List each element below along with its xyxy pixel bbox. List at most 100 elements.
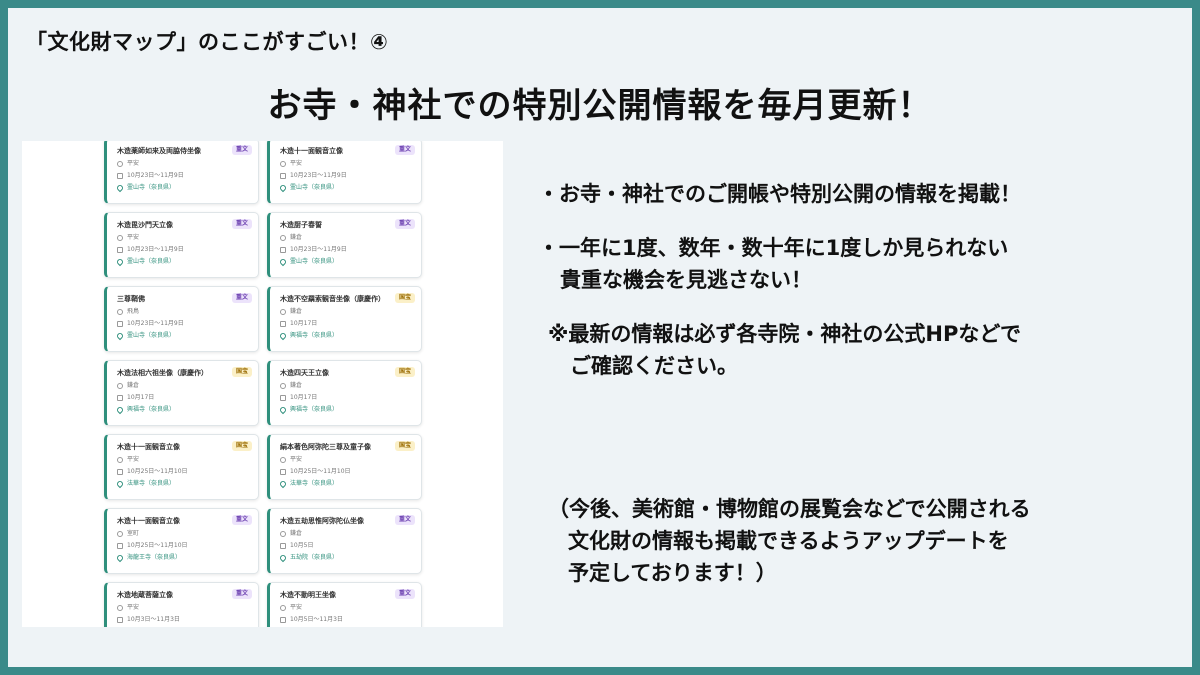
clock-icon — [117, 160, 123, 167]
place-row: 霊山寺（奈良県） — [115, 331, 250, 340]
calendar-icon — [117, 468, 123, 475]
heritage-card[interactable]: 木造不空羂索観音坐像（康慶作） 国宝 鎌倉 10月17日 興福寺（奈良県） — [267, 286, 422, 352]
location-pin-icon — [278, 553, 288, 562]
place-text: 霊山寺（奈良県） — [127, 258, 176, 265]
clock-icon — [280, 160, 286, 167]
location-pin-icon — [115, 405, 125, 414]
calendar-icon — [117, 542, 123, 549]
place-text: 霊山寺（奈良県） — [290, 258, 339, 265]
date-row: 10月25日～11月10日 — [280, 467, 413, 476]
card-title: 木造五劫思惟阿弥陀仏坐像 — [280, 517, 364, 525]
heritage-card[interactable]: 木造十一面観音立像 重文 室町 10月25日～11月10日 海龍王寺（奈良県） — [104, 508, 259, 574]
designation-badge: 重文 — [394, 589, 415, 599]
date-text: 10月17日 — [290, 320, 318, 327]
clock-icon — [117, 456, 123, 463]
era-text: 平安 — [290, 160, 303, 167]
place-text: 霊山寺（奈良県） — [290, 184, 339, 191]
place-row: 興福寺（奈良県） — [278, 331, 413, 340]
era-text: 鎌倉 — [290, 234, 303, 241]
era-text: 平安 — [127, 604, 140, 611]
note-line-1: ※最新の情報は必ず各寺院・神社の公式HPなどで — [548, 322, 1021, 346]
heritage-card[interactable]: 木造厨子春誓 重文鎌倉 10月23日～11月9日霊山寺（奈良県） — [267, 212, 422, 278]
clock-icon — [117, 604, 123, 611]
era-row: 鎌倉 — [280, 381, 413, 390]
card-title: 三尊鞘佛 — [117, 295, 145, 303]
date-row: 10月17日 — [280, 393, 413, 402]
place-text: 法華寺（奈良県） — [290, 480, 339, 487]
heritage-card[interactable]: 木造薬師如来及両脇侍坐像 重文 平安 10月23日～11月9日 霊山寺（奈良県） — [104, 141, 259, 204]
heritage-card[interactable]: 木造四天王立像 国宝 鎌倉 10月17日 興福寺（奈良県） — [267, 360, 422, 426]
heritage-card[interactable]: 木造毘沙門天立像 重文 平安 10月23日～11月9日 霊山寺（奈良県） — [104, 212, 259, 278]
date-text: 10月23日～11月9日 — [290, 172, 347, 179]
designation-badge: 国宝 — [394, 367, 415, 377]
designation-badge: 重文 — [231, 219, 252, 229]
heritage-card[interactable]: 木造十一面観音立像 国宝 平安 10月25日～11月10日 法華寺（奈良県） — [104, 434, 259, 500]
date-text: 10月17日 — [290, 394, 318, 401]
place-text: 霊山寺（奈良県） — [127, 332, 176, 339]
date-row: 10月17日 — [280, 319, 413, 328]
date-text: 10月23日～11月9日 — [127, 320, 184, 327]
heritage-card[interactable]: 木造五劫思惟阿弥陀仏坐像 重文 鎌倉 10月5日 五劫院（奈良県） — [267, 508, 422, 574]
location-pin-icon — [115, 257, 125, 266]
date-text: 10月23日～11月9日 — [127, 172, 184, 179]
app-screenshot: 木造薬師如来及両脇侍坐像 重文 平安 10月23日～11月9日 霊山寺（奈良県） 木造十一… — [22, 141, 503, 627]
date-row: 10月25日～11月10日 — [117, 541, 250, 550]
designation-badge: 国宝 — [231, 367, 252, 377]
calendar-icon — [117, 246, 123, 253]
date-text: 10月5日 — [290, 542, 314, 549]
bullet-1: ・お寺・神社でのご開帳や特別公開の情報を掲載！ — [538, 182, 1021, 206]
clock-icon — [117, 530, 123, 537]
era-text: 鎌倉 — [290, 530, 303, 537]
card-title: 絹本著色阿弥陀三尊及童子像 — [280, 443, 371, 451]
clock-icon — [117, 308, 123, 315]
era-row: 平安 — [280, 603, 413, 612]
clock-icon — [117, 234, 123, 241]
place-row: 五劫院（奈良県） — [278, 553, 413, 562]
place-text: 海龍王寺（奈良県） — [127, 554, 182, 561]
heritage-card[interactable]: 木造地蔵菩薩立像 重文 平安 10月3日～11月3日 — [104, 582, 259, 627]
calendar-icon — [280, 394, 286, 401]
date-row: 10月25日～11月10日 — [117, 467, 250, 476]
designation-badge: 重文 — [394, 219, 415, 229]
note-line-2: ご確認ください。 — [570, 354, 738, 378]
era-text: 平安 — [290, 604, 303, 611]
location-pin-icon — [115, 479, 125, 488]
date-row: 10月23日～11月9日 — [280, 245, 413, 254]
date-text: 10月25日～11月10日 — [127, 542, 188, 549]
calendar-icon — [117, 172, 123, 179]
era-row: 室町 — [117, 529, 250, 538]
heritage-card[interactable]: 三尊鞘佛 重文 飛鳥 10月23日～11月9日 霊山寺（奈良県） — [104, 286, 259, 352]
bullet-2-line-2: 貴重な機会を見逃さない！ — [560, 268, 812, 292]
location-pin-icon — [115, 183, 125, 192]
clock-icon — [280, 604, 286, 611]
era-row: 鎌倉 — [280, 233, 413, 242]
era-row: 平安 — [280, 159, 413, 168]
era-row: 鎌倉 — [280, 307, 413, 316]
clock-icon — [280, 234, 286, 241]
place-text: 霊山寺（奈良県） — [127, 184, 176, 191]
card-title: 木造地蔵菩薩立像 — [117, 591, 173, 599]
era-row: 平安 — [280, 455, 413, 464]
heritage-card[interactable]: 絹本著色阿弥陀三尊及童子像 国宝 平安 10月25日～11月10日 法華寺（奈良県） — [267, 434, 422, 500]
date-row: 10月23日～11月9日 — [117, 171, 250, 180]
card-title: 木造十一面観音立像 — [280, 147, 343, 155]
date-row: 10月17日 — [117, 393, 250, 402]
heritage-card[interactable]: 木造不動明王坐像 重文 平安 10月5日～11月3日 — [267, 582, 422, 627]
designation-badge: 重文 — [231, 293, 252, 303]
date-row: 10月5日 — [280, 541, 413, 550]
clock-icon — [280, 382, 286, 389]
designation-badge: 重文 — [231, 145, 252, 155]
clock-icon — [280, 456, 286, 463]
designation-badge: 重文 — [231, 515, 252, 525]
location-pin-icon — [278, 479, 288, 488]
calendar-icon — [280, 320, 286, 327]
card-title: 木造厨子春誓 — [280, 221, 322, 229]
heritage-card[interactable]: 木造十一面観音立像 重文 平安 10月23日～11月9日 霊山寺（奈良県） — [267, 141, 422, 204]
place-row: 霊山寺（奈良県） — [278, 183, 413, 192]
card-title: 木造薬師如来及両脇侍坐像 — [117, 147, 201, 155]
place-row: 霊山寺（奈良県） — [278, 257, 413, 266]
date-text: 10月25日～11月10日 — [127, 468, 188, 475]
heritage-card[interactable]: 木造法相六祖坐像（康慶作） 国宝 鎌倉 10月17日 興福寺（奈良県） — [104, 360, 259, 426]
card-title: 木造法相六祖坐像（康慶作） — [117, 369, 208, 377]
place-text: 興福寺（奈良県） — [127, 406, 176, 413]
